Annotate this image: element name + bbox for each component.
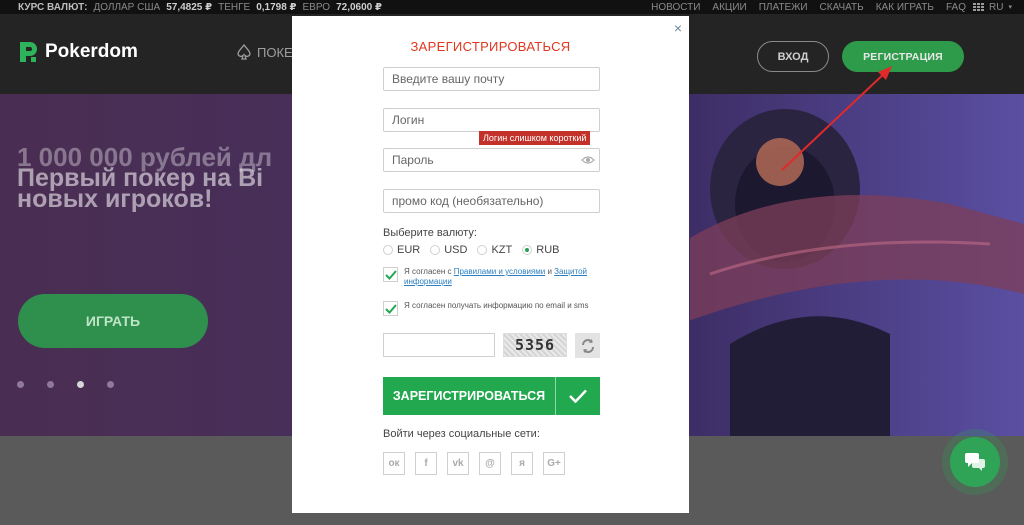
yandex-icon[interactable]: я bbox=[511, 452, 533, 475]
rate-eur-name: ЕВРО bbox=[302, 1, 331, 13]
checkmark-icon bbox=[384, 303, 397, 314]
logo[interactable]: Pokerdom bbox=[17, 40, 138, 64]
poker-link[interactable]: ПОКЕ bbox=[236, 44, 293, 60]
refresh-arrows-icon bbox=[581, 338, 594, 353]
promo-placeholder: промо код (необязательно) bbox=[392, 194, 544, 208]
currency-eur[interactable]: EUR bbox=[383, 244, 420, 256]
agree-terms-text: Я согласен с Правилами и условиями и Защ… bbox=[404, 267, 604, 287]
facebook-icon[interactable]: f bbox=[415, 452, 437, 475]
agree-and: и bbox=[545, 267, 555, 276]
registration-modal: × ЗАРЕГИСТРИРОВАТЬСЯ Введите вашу почту … bbox=[292, 16, 689, 513]
play-button[interactable]: ИГРАТЬ bbox=[18, 294, 208, 348]
slider-dot[interactable] bbox=[17, 381, 24, 388]
mail-icon[interactable]: @ bbox=[479, 452, 501, 475]
login-field[interactable]: Логин bbox=[383, 108, 600, 132]
rate-kzt-value: 0,1798 ₽ bbox=[256, 1, 297, 13]
agree-terms-row: Я согласен с Правилами и условиями и Защ… bbox=[383, 267, 604, 287]
close-icon[interactable]: × bbox=[672, 21, 684, 35]
eye-icon[interactable] bbox=[581, 155, 595, 165]
nav-how-to-play[interactable]: КАК ИГРАТЬ bbox=[876, 2, 934, 13]
password-placeholder: Пароль bbox=[392, 153, 434, 167]
currency-code: RUB bbox=[536, 244, 560, 256]
nav-news[interactable]: НОВОСТИ bbox=[651, 2, 700, 13]
agree-news-text: Я согласен получать информацию по email … bbox=[404, 301, 589, 310]
login-value: Логин bbox=[392, 113, 425, 127]
spade-icon bbox=[237, 44, 251, 60]
slider-dots bbox=[17, 381, 114, 388]
top-bar: КУРС ВАЛЮТ: ДОЛЛАР США 57,4825 ₽ ТЕНГЕ 0… bbox=[0, 0, 1024, 14]
captcha-input[interactable] bbox=[383, 333, 495, 357]
password-field[interactable]: Пароль bbox=[383, 148, 600, 172]
currency-rates: КУРС ВАЛЮТ: ДОЛЛАР США 57,4825 ₽ ТЕНГЕ 0… bbox=[0, 2, 382, 13]
odnoklassniki-icon[interactable]: ок bbox=[383, 452, 405, 475]
register-button[interactable]: РЕГИСТРАЦИЯ bbox=[842, 41, 964, 72]
currency-kzt[interactable]: KZT bbox=[477, 244, 512, 256]
agree-news-row: Я согласен получать информацию по email … bbox=[383, 301, 604, 316]
currency-label: Выберите валюту: bbox=[383, 227, 477, 239]
currency-usd[interactable]: USD bbox=[430, 244, 467, 256]
nav-payments[interactable]: ПЛАТЕЖИ bbox=[759, 2, 808, 13]
rate-usd-value: 57,4825 ₽ bbox=[166, 1, 213, 13]
rate-usd-name: ДОЛЛАР США bbox=[93, 1, 161, 13]
submit-register-button[interactable]: ЗАРЕГИСТРИРОВАТЬСЯ bbox=[383, 377, 600, 415]
logo-text: Pokerdom bbox=[45, 41, 138, 62]
slider-dot[interactable] bbox=[107, 381, 114, 388]
nav-promotions[interactable]: АКЦИИ bbox=[712, 2, 746, 13]
social-buttons: ок f vk @ я G+ bbox=[383, 452, 565, 475]
top-nav: НОВОСТИ АКЦИИ ПЛАТЕЖИ СКАЧАТЬ КАК ИГРАТЬ… bbox=[651, 2, 966, 13]
chevron-down-icon: ▾ bbox=[1008, 4, 1012, 11]
currency-rub[interactable]: RUB bbox=[522, 244, 559, 256]
slider-dot-active[interactable] bbox=[77, 381, 84, 388]
check-icon bbox=[556, 389, 600, 403]
chat-icon bbox=[965, 453, 985, 471]
vk-icon[interactable]: vk bbox=[447, 452, 469, 475]
radio-icon[interactable] bbox=[383, 245, 393, 255]
email-placeholder: Введите вашу почту bbox=[392, 72, 505, 86]
hero-title-line2: новых игроков! bbox=[17, 185, 213, 213]
apps-grid-icon[interactable] bbox=[973, 2, 985, 12]
nav-download[interactable]: СКАЧАТЬ bbox=[820, 2, 864, 13]
checkmark-icon bbox=[384, 269, 397, 280]
currency-code: EUR bbox=[397, 244, 421, 256]
rules-link[interactable]: Правилами и условиями bbox=[454, 267, 546, 276]
agree-news-checkbox[interactable] bbox=[383, 301, 398, 316]
login-error-tooltip: Логин слишком короткий bbox=[479, 131, 591, 145]
submit-label: ЗАРЕГИСТРИРОВАТЬСЯ bbox=[392, 389, 546, 403]
rate-eur-value: 72,0600 ₽ bbox=[336, 1, 382, 13]
google-plus-icon[interactable]: G+ bbox=[543, 452, 565, 475]
hooded-figure-image bbox=[690, 109, 1024, 436]
currency-code: USD bbox=[444, 244, 468, 256]
captcha-image: 5356 bbox=[503, 333, 567, 357]
poker-link-label: ПОКЕ bbox=[257, 44, 293, 60]
slider-dot[interactable] bbox=[47, 381, 54, 388]
radio-checked-icon[interactable] bbox=[522, 245, 533, 255]
rates-label: КУРС ВАЛЮТ: bbox=[18, 1, 88, 13]
currency-code: KZT bbox=[491, 244, 513, 256]
agree-prefix: Я согласен с bbox=[404, 267, 454, 276]
login-button[interactable]: ВХОД bbox=[757, 41, 829, 72]
chat-button[interactable] bbox=[950, 437, 1000, 487]
currency-options: EUR USD KZT RUB bbox=[383, 244, 559, 256]
refresh-icon[interactable] bbox=[575, 333, 600, 358]
email-field[interactable]: Введите вашу почту bbox=[383, 67, 600, 91]
pokerdom-logo-icon bbox=[20, 42, 37, 62]
radio-icon[interactable] bbox=[477, 245, 488, 255]
nav-faq[interactable]: FAQ bbox=[946, 2, 966, 13]
top-tools: RU ▾ bbox=[973, 2, 1012, 13]
rate-kzt-name: ТЕНГЕ bbox=[218, 1, 251, 13]
promo-code-field[interactable]: промо код (необязательно) bbox=[383, 189, 600, 213]
modal-title: ЗАРЕГИСТРИРОВАТЬСЯ bbox=[410, 39, 571, 54]
language-selector[interactable]: RU bbox=[989, 2, 1003, 13]
agree-terms-checkbox[interactable] bbox=[383, 267, 398, 282]
radio-icon[interactable] bbox=[430, 245, 441, 255]
social-login-label: Войти через социальные сети: bbox=[383, 428, 540, 440]
